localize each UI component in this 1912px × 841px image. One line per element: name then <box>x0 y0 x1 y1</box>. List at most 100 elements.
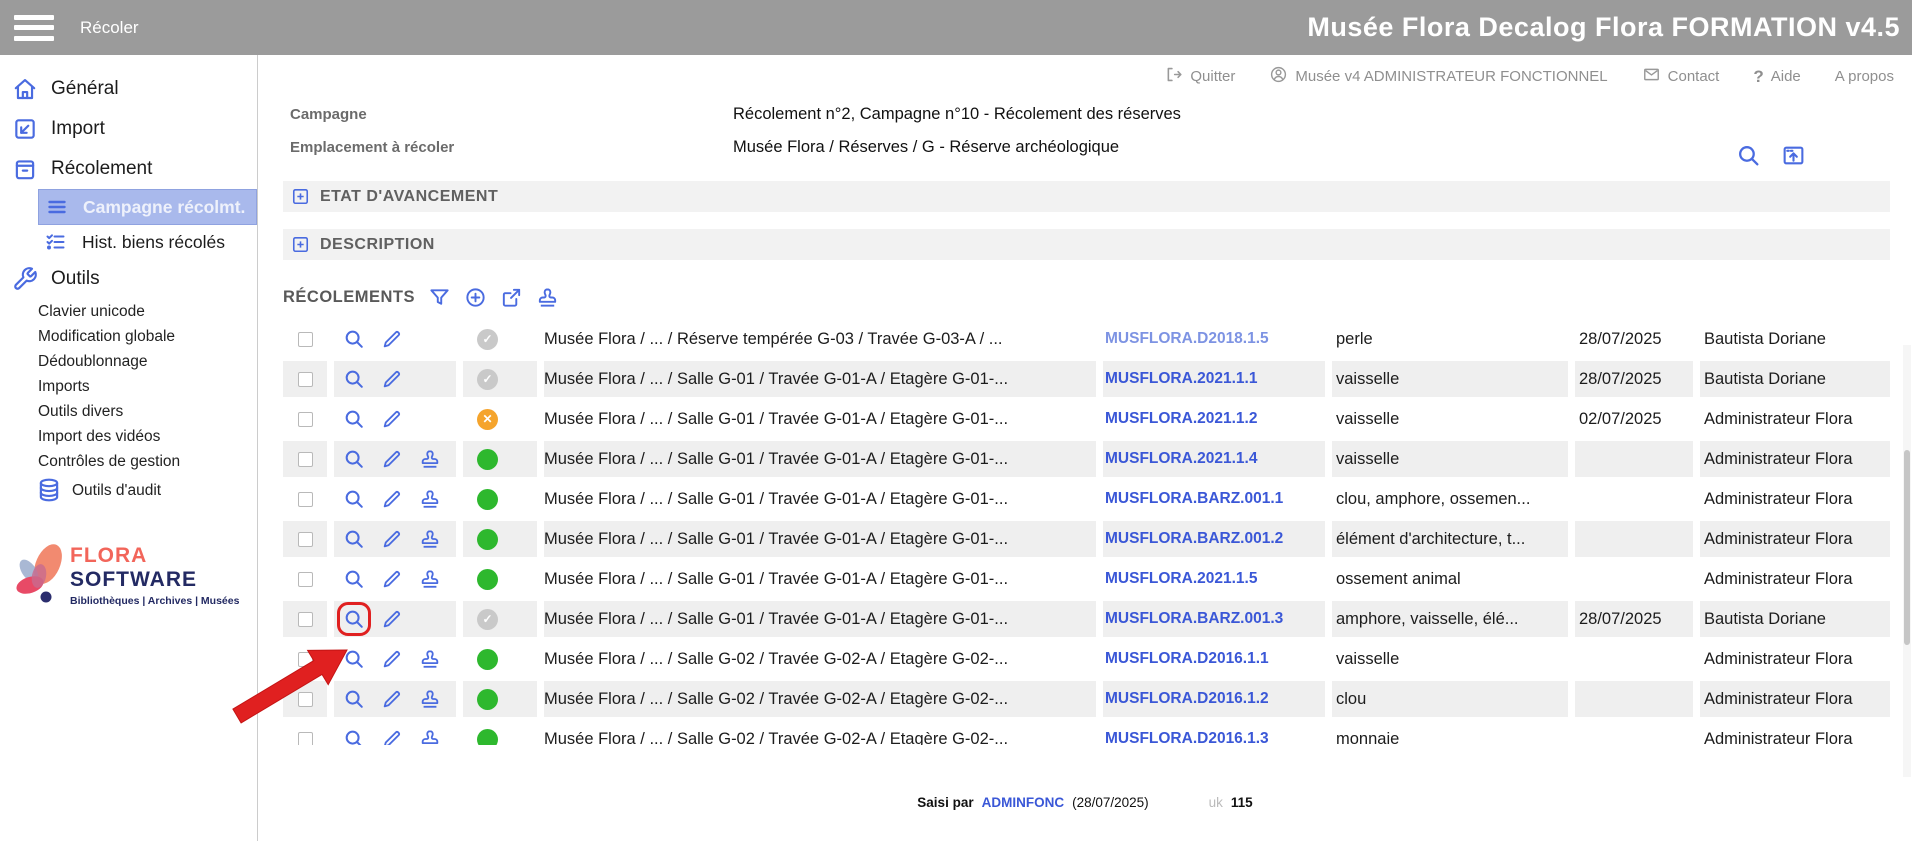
row-checkbox[interactable] <box>298 332 313 347</box>
row-id-link[interactable]: MUSFLORA.D2018.1.5 <box>1103 321 1325 357</box>
scrollbar-thumb[interactable] <box>1904 450 1910 645</box>
row-id-link[interactable]: MUSFLORA.D2016.1.2 <box>1103 681 1325 717</box>
row-search-icon[interactable] <box>341 526 367 552</box>
row-checkbox[interactable] <box>298 372 313 387</box>
row-search-icon[interactable] <box>341 406 367 432</box>
section-description[interactable]: DESCRIPTION <box>283 229 1890 260</box>
row-checkbox[interactable] <box>298 452 313 467</box>
row-edit-icon[interactable] <box>379 366 405 392</box>
sidebar-item-outils-divers[interactable]: Outils divers <box>0 399 257 424</box>
row-edit-icon[interactable] <box>379 646 405 672</box>
row-search-icon[interactable] <box>341 686 367 712</box>
row-location: Musée Flora / ... / Salle G-01 / Travée … <box>544 481 1096 517</box>
contact-button[interactable]: Contact <box>1642 65 1720 88</box>
row-edit-icon[interactable] <box>379 726 405 745</box>
row-edit-icon[interactable] <box>379 326 405 352</box>
row-edit-icon[interactable] <box>379 686 405 712</box>
row-id-link[interactable]: MUSFLORA.D2016.1.3 <box>1103 721 1325 745</box>
row-id-link[interactable]: MUSFLORA.2021.1.4 <box>1103 441 1325 477</box>
row-search-icon[interactable] <box>341 566 367 592</box>
sidebar-item-imports[interactable]: Imports <box>0 374 257 399</box>
add-icon[interactable] <box>464 286 487 309</box>
row-checkbox[interactable] <box>298 732 313 746</box>
row-edit-icon[interactable] <box>379 566 405 592</box>
sidebar-nav: Général Import Récolement Campagne récol… <box>0 69 257 506</box>
search-icon[interactable] <box>1736 143 1761 173</box>
sidebar-item-dedoublonnage[interactable]: Dédoublonnage <box>0 349 257 374</box>
apropos-label: A propos <box>1835 68 1894 85</box>
open-external-icon[interactable] <box>500 286 523 309</box>
sidebar-item-modification-globale[interactable]: Modification globale <box>0 324 257 349</box>
row-id-link[interactable]: MUSFLORA.BARZ.001.3 <box>1103 601 1325 637</box>
sidebar-item-hist-biens-recoles[interactable]: Hist. biens récolés <box>38 225 257 259</box>
row-stamp-icon[interactable] <box>417 566 443 592</box>
current-user[interactable]: Musée v4 ADMINISTRATEUR FONCTIONNEL <box>1269 65 1607 88</box>
sidebar-item-general[interactable]: Général <box>0 69 257 109</box>
row-search-icon[interactable] <box>341 326 367 352</box>
row-id-link[interactable]: MUSFLORA.2021.1.1 <box>1103 361 1325 397</box>
row-stamp-icon[interactable] <box>417 726 443 745</box>
row-checkbox[interactable] <box>298 412 313 427</box>
sidebar-item-label: Import des vidéos <box>38 427 160 446</box>
sidebar-item-import[interactable]: Import <box>0 109 257 149</box>
row-search-icon[interactable] <box>341 726 367 745</box>
saisi-par-user-link[interactable]: ADMINFONC <box>982 795 1065 810</box>
row-edit-icon[interactable] <box>379 406 405 432</box>
row-id-link[interactable]: MUSFLORA.2021.1.5 <box>1103 561 1325 597</box>
row-search-icon[interactable] <box>341 646 367 672</box>
export-window-icon[interactable] <box>1781 143 1806 173</box>
row-checkbox[interactable] <box>298 612 313 627</box>
row-checkbox[interactable] <box>298 572 313 587</box>
expand-plus-icon[interactable] <box>291 235 310 254</box>
apropos-button[interactable]: A propos <box>1835 68 1894 85</box>
row-search-icon[interactable] <box>341 606 367 632</box>
vertical-scrollbar[interactable] <box>1903 345 1911 777</box>
row-location: Musée Flora / ... / Salle G-01 / Travée … <box>544 561 1096 597</box>
row-search-icon[interactable] <box>341 486 367 512</box>
row-checkbox[interactable] <box>298 492 313 507</box>
row-id-link[interactable]: MUSFLORA.D2016.1.1 <box>1103 641 1325 677</box>
sidebar-item-import-des-videos[interactable]: Import des vidéos <box>0 424 257 449</box>
recolements-table: ✓ Musée Flora / ... / Réserve tempérée G… <box>283 321 1895 745</box>
sidebar-item-clavier-unicode[interactable]: Clavier unicode <box>0 299 257 324</box>
row-id-link[interactable]: MUSFLORA.2021.1.2 <box>1103 401 1325 437</box>
row-edit-icon[interactable] <box>379 446 405 472</box>
row-user: Administrateur Flora <box>1700 641 1890 677</box>
logout-icon <box>1164 65 1183 88</box>
row-edit-icon[interactable] <box>379 526 405 552</box>
row-edit-icon[interactable] <box>379 606 405 632</box>
filter-icon[interactable] <box>428 286 451 309</box>
sidebar-item-recolement[interactable]: Récolement <box>0 149 257 189</box>
sidebar-item-outils-d-audit[interactable]: Outils d'audit <box>0 474 257 506</box>
row-object: clou <box>1332 681 1568 717</box>
row-id-link[interactable]: MUSFLORA.BARZ.001.1 <box>1103 481 1325 517</box>
row-checkbox[interactable] <box>298 652 313 667</box>
row-id-link[interactable]: MUSFLORA.BARZ.001.2 <box>1103 521 1325 557</box>
home-icon <box>12 76 38 102</box>
sidebar-item-campagne-recolmt[interactable]: Campagne récolmt. <box>38 189 257 225</box>
section-etat-avancement[interactable]: ETAT D'AVANCEMENT <box>283 181 1890 212</box>
row-edit-icon[interactable] <box>379 486 405 512</box>
row-search-icon[interactable] <box>341 366 367 392</box>
sidebar-item-outils[interactable]: Outils <box>0 259 257 299</box>
row-checkbox[interactable] <box>298 692 313 707</box>
row-stamp-icon[interactable] <box>417 486 443 512</box>
stamp-icon[interactable] <box>536 286 559 309</box>
quitter-button[interactable]: Quitter <box>1164 65 1235 88</box>
row-checkbox[interactable] <box>298 532 313 547</box>
row-search-icon[interactable] <box>341 446 367 472</box>
row-stamp-icon[interactable] <box>417 646 443 672</box>
table-row: Musée Flora / ... / Salle G-01 / Travée … <box>283 441 1895 477</box>
row-location: Musée Flora / ... / Salle G-01 / Travée … <box>544 441 1096 477</box>
sidebar-item-controles-de-gestion[interactable]: Contrôles de gestion <box>0 449 257 474</box>
aide-button[interactable]: ? Aide <box>1753 67 1800 87</box>
table-row: Musée Flora / ... / Salle G-02 / Travée … <box>283 721 1895 745</box>
expand-plus-icon[interactable] <box>291 187 310 206</box>
hamburger-menu-icon[interactable] <box>14 15 54 41</box>
uk-value: 115 <box>1231 795 1253 810</box>
row-stamp-icon[interactable] <box>417 686 443 712</box>
row-stamp-icon[interactable] <box>417 526 443 552</box>
row-stamp-icon[interactable] <box>417 446 443 472</box>
row-status-icon: ✓ <box>477 369 498 390</box>
archive-icon <box>12 156 38 182</box>
